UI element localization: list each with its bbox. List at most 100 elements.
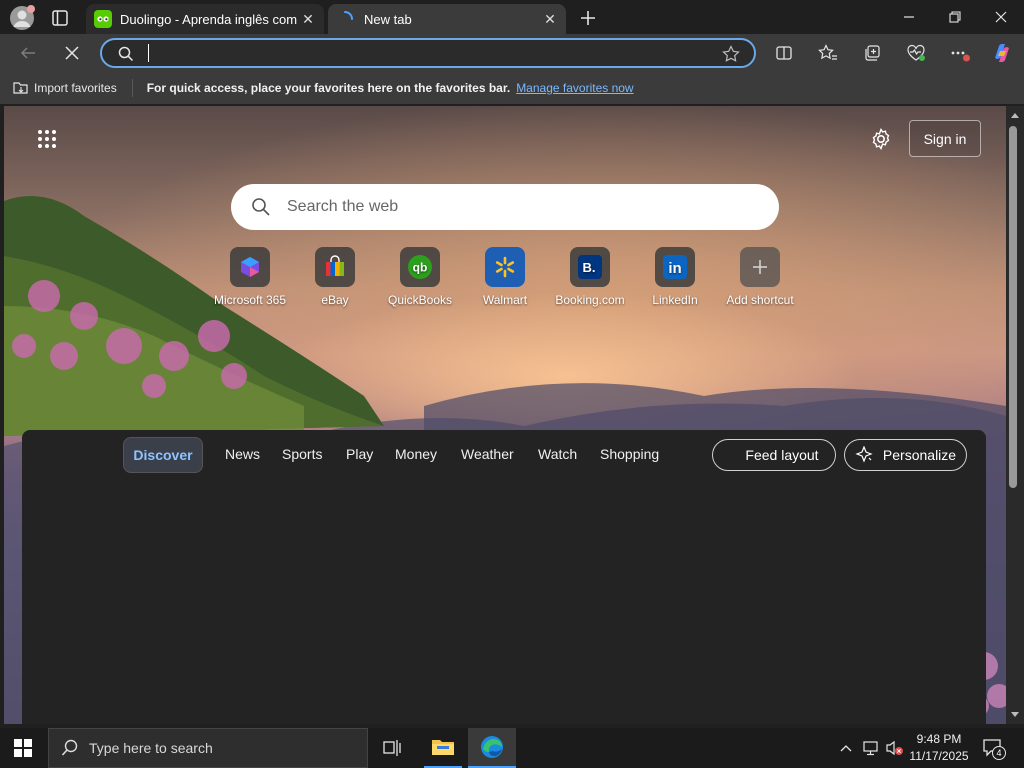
feed-tab-label: Weather	[461, 446, 514, 462]
address-input[interactable]	[148, 44, 149, 62]
browser-essentials-icon[interactable]	[903, 40, 929, 66]
import-favorites-icon[interactable]	[12, 80, 30, 96]
shortcut-walmart[interactable]: Walmart	[460, 247, 550, 307]
tab-label: New tab	[364, 11, 412, 27]
network-icon[interactable]	[862, 739, 882, 757]
shortcut-quickbooks[interactable]: qb QuickBooks	[375, 247, 465, 307]
duolingo-icon	[94, 10, 112, 28]
clock[interactable]: 9:48 PM 11/17/2025	[906, 731, 972, 765]
feed-tab-label: News	[225, 446, 261, 462]
news-feed-panel: Discover News Sports Play Money Weather …	[22, 430, 986, 724]
notification-center-icon[interactable]: 4	[982, 738, 1006, 760]
feed-tab-weather[interactable]: Weather	[461, 436, 514, 472]
tab-actions-icon[interactable]	[50, 8, 70, 28]
feed-tab-discover[interactable]: Discover	[123, 437, 203, 473]
windows-start-icon[interactable]	[14, 739, 32, 757]
edge-browser-icon[interactable]	[468, 728, 516, 768]
web-search-input[interactable]: Search the web	[287, 198, 398, 216]
feed-tab-label: Money	[395, 446, 438, 462]
notification-count-badge: 4	[992, 746, 1006, 760]
shortcut-linkedin[interactable]: in LinkedIn	[630, 247, 720, 307]
profile-avatar[interactable]	[10, 5, 35, 30]
task-view-icon[interactable]	[382, 738, 402, 758]
shortcut-ebay[interactable]: eBay	[290, 247, 380, 307]
close-tab-icon[interactable]: ✕	[540, 9, 560, 29]
minimize-button[interactable]	[886, 0, 932, 34]
more-options-icon[interactable]	[947, 40, 973, 66]
feed-layout-button[interactable]: Feed layout	[712, 439, 836, 471]
collections-icon[interactable]	[859, 40, 885, 66]
add-shortcut-button[interactable]: Add shortcut	[715, 247, 805, 307]
svg-text:in: in	[668, 260, 681, 277]
feed-tab-label: Sports	[282, 446, 323, 462]
copilot-icon[interactable]	[989, 40, 1015, 66]
sign-in-label: Sign in	[923, 130, 967, 147]
feed-tab-watch[interactable]: Watch	[538, 436, 577, 472]
favorites-bar: Import favorites For quick access, place…	[0, 72, 1024, 104]
taskbar-search-box[interactable]: Type here to search	[48, 728, 368, 768]
loading-spinner-icon	[336, 10, 354, 28]
favorite-star-icon[interactable]	[722, 45, 740, 68]
windows-taskbar: Type here to search 9:48 PM 11/17/2025 4	[0, 728, 1024, 768]
sign-in-button[interactable]: Sign in	[909, 120, 981, 157]
feed-tab-label: Watch	[538, 446, 578, 462]
address-bar[interactable]	[100, 38, 756, 68]
shortcut-label: Walmart	[482, 293, 528, 307]
apps-launcher-icon[interactable]	[36, 128, 58, 150]
volume-muted-icon[interactable]	[885, 739, 905, 757]
back-arrow-icon[interactable]	[15, 40, 41, 66]
feed-tab-play[interactable]: Play	[346, 436, 373, 472]
favorites-icon[interactable]	[815, 40, 841, 66]
personalize-sparkle-icon	[855, 445, 873, 464]
close-window-button[interactable]	[978, 0, 1024, 34]
clock-date: 11/17/2025	[909, 749, 969, 763]
feed-tab-label: Play	[346, 446, 374, 462]
scrollbar-thumb[interactable]	[1009, 126, 1017, 488]
shortcut-label: QuickBooks	[387, 293, 453, 307]
profile-notification-dot	[27, 5, 35, 13]
import-favorites-button[interactable]: Import favorites	[34, 81, 117, 95]
clock-time: 9:48 PM	[916, 732, 962, 746]
tab-duolingo[interactable]: Duolingo - Aprenda inglês com lições ✕	[86, 4, 324, 34]
favbar-divider	[131, 79, 133, 97]
shortcut-microsoft365[interactable]: Microsoft 365	[205, 247, 295, 307]
personalize-label: Personalize	[882, 447, 957, 463]
stop-loading-icon[interactable]	[59, 40, 85, 66]
search-icon	[118, 46, 134, 67]
shortcut-booking[interactable]: B. Booking.com	[545, 247, 635, 307]
navigation-toolbar	[0, 34, 1024, 72]
quickbooks-icon: qb	[400, 247, 440, 287]
plus-icon	[740, 247, 780, 287]
new-tab-button[interactable]	[576, 6, 600, 30]
search-icon	[61, 739, 79, 757]
close-tab-icon[interactable]: ✕	[298, 9, 318, 29]
shortcut-label: Booking.com	[555, 293, 625, 307]
taskbar-search-input[interactable]: Type here to search	[89, 740, 213, 756]
svg-text:qb: qb	[413, 261, 428, 275]
feed-tab-label: Shopping	[600, 446, 660, 462]
split-screen-icon[interactable]	[771, 40, 797, 66]
personalize-button[interactable]: Personalize	[844, 439, 967, 471]
tab-bar: Duolingo - Aprenda inglês com lições ✕ N…	[0, 0, 1024, 34]
feed-tab-news[interactable]: News	[225, 436, 260, 472]
web-search-box[interactable]: Search the web	[231, 184, 779, 230]
new-tab-page: Sign in Search the web Microsoft 365 eBa…	[4, 106, 1006, 724]
ebay-icon	[315, 247, 355, 287]
tab-new-tab[interactable]: New tab ✕	[328, 4, 566, 34]
microsoft365-icon	[230, 247, 270, 287]
shortcut-label: Add shortcut	[726, 293, 794, 307]
tab-label: Duolingo - Aprenda inglês com lições	[120, 11, 298, 27]
feed-tab-money[interactable]: Money	[395, 436, 437, 472]
shortcut-label: LinkedIn	[652, 293, 698, 307]
show-hidden-icons-chevron[interactable]	[838, 740, 854, 756]
feed-layout-label: Feed layout	[745, 447, 819, 463]
manage-favorites-link[interactable]: Manage favorites now	[516, 81, 633, 95]
shortcut-label: eBay	[321, 293, 349, 307]
file-explorer-icon[interactable]	[424, 728, 462, 768]
favorites-bar-message: For quick access, place your favorites h…	[146, 81, 511, 95]
feed-tab-sports[interactable]: Sports	[282, 436, 322, 472]
settings-gear-icon[interactable]	[870, 127, 892, 151]
restore-button[interactable]	[932, 0, 978, 34]
shortcut-label: Microsoft 365	[213, 293, 287, 307]
feed-tab-shopping[interactable]: Shopping	[600, 436, 659, 472]
